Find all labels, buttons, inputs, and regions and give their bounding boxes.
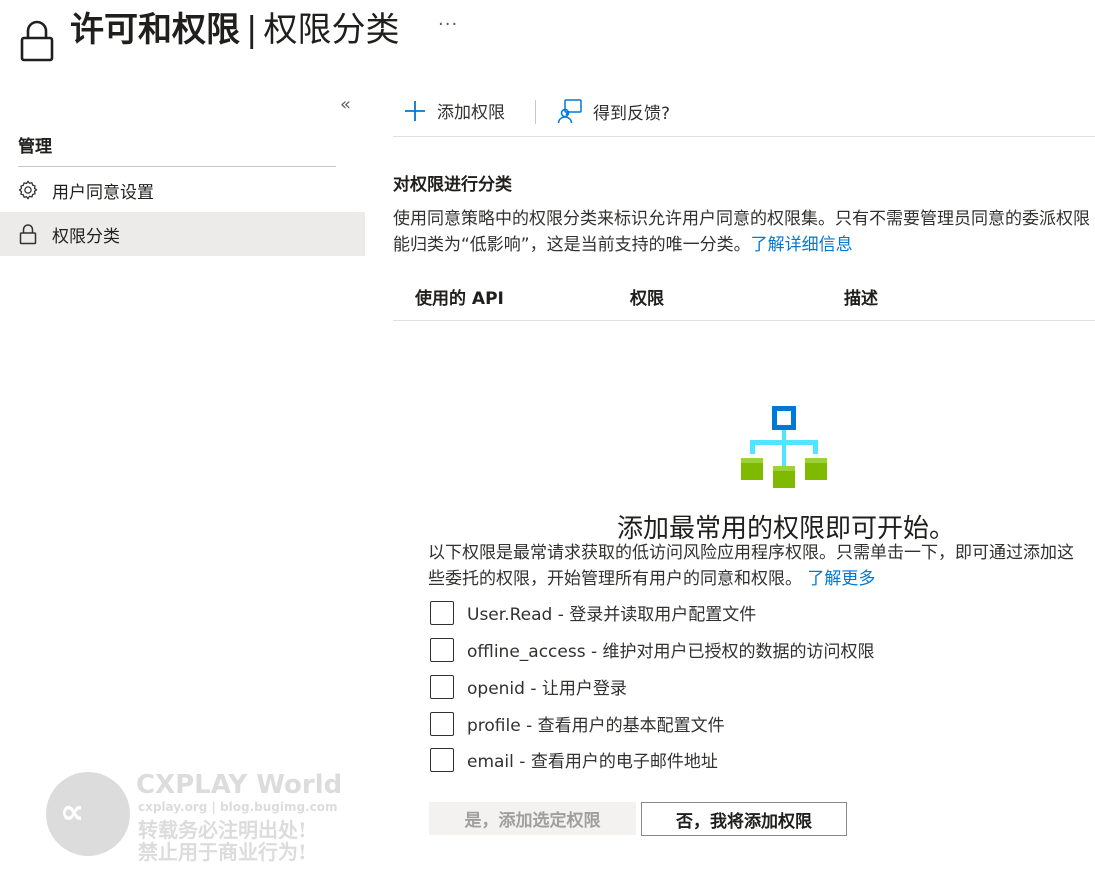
feedback-button[interactable]: 得到反馈?	[557, 98, 670, 124]
toolbar-separator	[535, 100, 536, 124]
checkbox[interactable]	[430, 600, 454, 625]
table-header: 使用的 API 权限 描述	[393, 276, 1095, 321]
permission-option-openid[interactable]: openid - 让用户登录	[430, 674, 627, 699]
page-title-separator: |	[246, 10, 258, 50]
checkbox[interactable]	[430, 711, 454, 736]
empty-state-description-text: 些委托的权限，开始管理所有用户的同意和权限。	[428, 569, 802, 589]
sidebar-item-permission-classifications[interactable]: 权限分类	[0, 212, 365, 256]
page-title-sub: 权限分类	[263, 10, 400, 50]
section-description-text: 能归类为“低影响”，这是当前支持的唯一分类。	[393, 235, 751, 255]
gear-icon	[16, 178, 40, 202]
watermark-brand: CXPLAY World	[136, 770, 343, 800]
permission-option-user-read[interactable]: User.Read - 登录并读取用户配置文件	[430, 600, 756, 625]
watermark-logo	[46, 772, 130, 856]
column-header-api[interactable]: 使用的 API	[415, 284, 504, 309]
section-description-line: 能归类为“低影响”，这是当前支持的唯一分类。了解详细信息	[393, 232, 1095, 258]
column-header-permission[interactable]: 权限	[630, 284, 664, 309]
checkbox-label: profile - 查看用户的基本配置文件	[467, 716, 725, 736]
more-options-button[interactable]: ···	[438, 14, 458, 35]
section-description-line: 使用同意策略中的权限分类来标识允许用户同意的权限集。只有不需要管理员同意的委派权…	[393, 209, 1090, 229]
sidebar-item-label: 权限分类	[52, 226, 120, 247]
column-header-description[interactable]: 描述	[844, 284, 878, 309]
checkbox-label: User.Read - 登录并读取用户配置文件	[467, 605, 757, 625]
checkbox-label: email - 查看用户的电子邮件地址	[467, 752, 718, 772]
empty-state-description-line: 以下权限是最常请求获取的低访问风险应用程序权限。只需单击一下，即可通过添加这	[428, 543, 1074, 563]
permission-option-profile[interactable]: profile - 查看用户的基本配置文件	[430, 711, 725, 736]
page-title: 许可和权限 | 权限分类	[70, 8, 399, 52]
add-permissions-label: 添加权限	[437, 103, 505, 123]
sidebar-item-label: 用户同意设置	[52, 182, 154, 203]
sidebar-divider	[18, 166, 336, 167]
checkbox[interactable]	[430, 747, 454, 772]
add-permissions-button[interactable]: 添加权限	[403, 98, 505, 123]
command-bar: 添加权限 得到反馈?	[393, 92, 1095, 137]
checkbox-label: openid - 让用户登录	[467, 679, 627, 699]
lock-icon	[16, 222, 40, 246]
checkbox[interactable]	[430, 674, 454, 699]
plus-icon	[405, 100, 425, 121]
section-description: 使用同意策略中的权限分类来标识允许用户同意的权限集。只有不需要管理员同意的委派权…	[393, 206, 1095, 258]
learn-more-link[interactable]: 了解更多	[807, 569, 875, 589]
page-title-main: 许可和权限	[70, 10, 240, 50]
add-selected-permissions-button[interactable]: 是，添加选定权限	[429, 802, 636, 835]
feedback-label: 得到反馈?	[593, 103, 671, 124]
hierarchy-icon	[741, 406, 827, 488]
add-permissions-myself-button[interactable]: 否，我将添加权限	[641, 802, 847, 836]
permission-option-email[interactable]: email - 查看用户的电子邮件地址	[430, 747, 718, 772]
sidebar-item-user-consent-settings[interactable]: 用户同意设置	[0, 168, 365, 212]
permission-option-offline-access[interactable]: offline_access - 维护对用户已授权的数据的访问权限	[430, 637, 875, 662]
watermark-notice: 禁止用于商业行为!	[138, 840, 307, 864]
empty-state-description: 以下权限是最常请求获取的低访问风险应用程序权限。只需单击一下，即可通过添加这 些…	[428, 540, 1095, 592]
watermark: ∝ CXPLAY World cxplay.org | blog.bugimg.…	[46, 770, 356, 864]
watermark-site: cxplay.org | blog.bugimg.com	[138, 800, 338, 814]
watermark-logo-glyph: ∝	[60, 792, 85, 832]
lock-icon	[20, 20, 54, 62]
sidebar-section-heading: 管理	[18, 137, 52, 157]
feedback-icon	[557, 99, 582, 124]
checkbox[interactable]	[430, 637, 454, 662]
section-title: 对权限进行分类	[393, 175, 512, 195]
learn-more-link[interactable]: 了解详细信息	[751, 235, 853, 255]
empty-state-description-line: 些委托的权限，开始管理所有用户的同意和权限。 了解更多	[428, 566, 1095, 592]
checkbox-label: offline_access - 维护对用户已授权的数据的访问权限	[467, 642, 875, 662]
collapse-sidebar-button[interactable]: «	[340, 94, 351, 115]
